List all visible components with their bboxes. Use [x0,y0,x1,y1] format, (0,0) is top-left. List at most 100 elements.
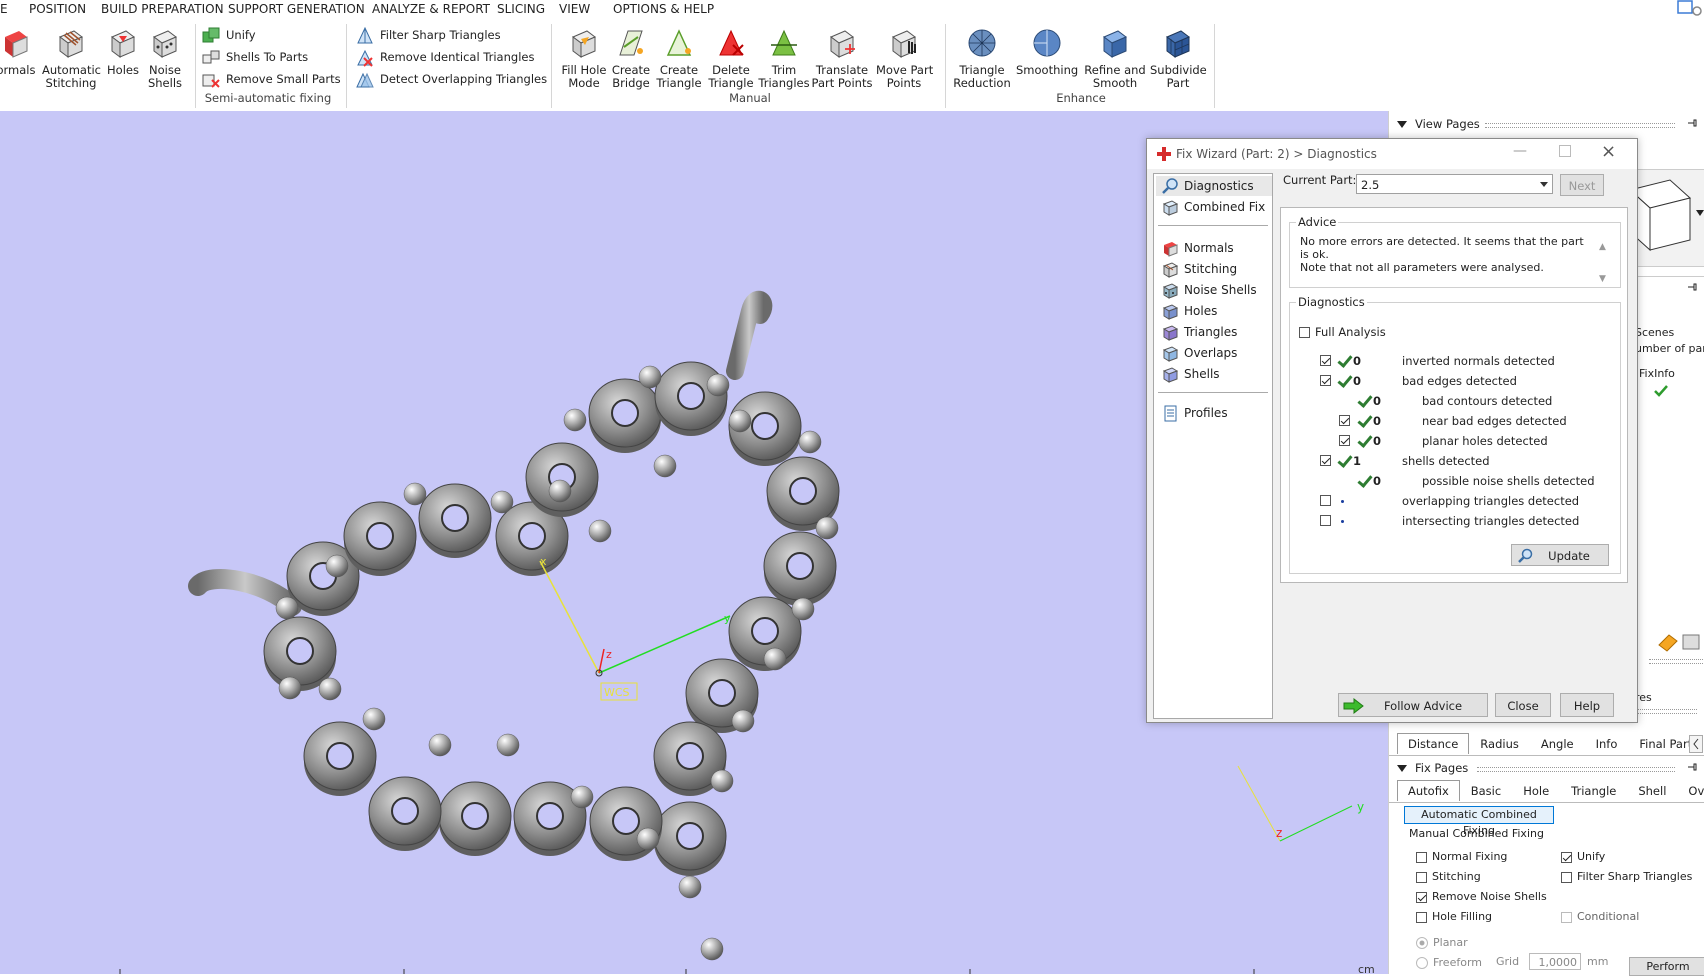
nav-stitching[interactable]: Stitching [1162,259,1237,279]
current-part-select[interactable]: 2.5 [1356,174,1553,194]
trim-triangles-button[interactable]: Trim Triangles [758,24,810,90]
pin-icon[interactable] [1686,117,1698,129]
nav-combined-fix[interactable]: Combined Fix [1162,197,1265,217]
normals-button[interactable]: ormals [0,24,38,77]
pin-icon[interactable] [1686,281,1698,293]
option-stitching[interactable]: Stitching [1416,867,1547,887]
fill-hole-mode-button[interactable]: Fill Hole Mode [558,24,610,90]
wizard-nav-list: Diagnostics Combined Fix Normals Stitchi… [1153,173,1273,719]
automatic-stitching-button[interactable]: Automatic Stitching [42,24,101,90]
noise-shells-button[interactable]: Noise Shells [146,24,184,90]
checkbox[interactable] [1416,911,1427,923]
checkbox[interactable] [1416,871,1427,883]
option-normal-fixing[interactable]: Normal Fixing [1416,847,1547,867]
create-bridge-button[interactable]: Create Bridge [608,24,654,90]
remove-identical-triangles-button[interactable]: Remove Identical Triangles [356,47,534,67]
option-filter-sharp-triangles[interactable]: Filter Sharp Triangles [1561,867,1692,887]
tab-shell[interactable]: Shell [1627,780,1677,802]
menu-item-slicing[interactable]: SLICING [497,2,545,16]
checkbox[interactable] [1416,851,1427,863]
tab-basic[interactable]: Basic [1460,780,1512,802]
checkbox[interactable] [1299,327,1310,338]
diagnostic-checkbox[interactable] [1339,415,1350,426]
diagnostic-checkbox[interactable] [1320,455,1331,466]
refine-and-smooth-button[interactable]: Refine and Smooth [1082,24,1148,90]
menu-item-file[interactable]: E [0,2,8,16]
next-button[interactable]: Next [1560,174,1604,196]
subdivide-part-button[interactable]: Subdivide Part [1150,24,1207,90]
unify-button[interactable]: Unify [202,25,256,45]
nav-triangles[interactable]: Triangles [1162,322,1237,342]
checkbox[interactable] [1561,871,1572,883]
move-part-points-button[interactable]: Move Part Points [876,24,933,90]
view-pages-header[interactable]: View Pages [1397,117,1480,131]
diagnostic-checkbox[interactable] [1339,435,1350,446]
window-control-icon[interactable] [1676,0,1702,18]
menu-item-support-generation[interactable]: SUPPORT GENERATION [228,2,365,16]
triangle-reduction-button[interactable]: Triangle Reduction [952,24,1012,90]
nav-diagnostics[interactable]: Diagnostics [1156,176,1272,196]
menu-item-analyze-report[interactable]: ANALYZE & REPORT [372,2,490,16]
tab-overlap[interactable]: Over [1677,780,1704,802]
smoothing-button[interactable]: Smoothing [1016,24,1078,77]
minimize-icon[interactable]: — [1513,143,1527,159]
tab-triangle[interactable]: Triangle [1560,780,1627,802]
maximize-icon[interactable] [1559,145,1571,157]
diagnostic-checkbox[interactable] [1320,515,1331,526]
scroll-tabs-icon[interactable] [1689,735,1703,753]
detect-overlapping-triangles-button[interactable]: Detect Overlapping Triangles [356,69,547,89]
nav-overlaps[interactable]: Overlaps [1162,343,1237,363]
fix-pages-header[interactable]: Fix Pages [1397,761,1468,775]
nav-profiles[interactable]: Profiles [1162,403,1228,423]
translate-part-points-button[interactable]: Translate Part Points [810,24,874,90]
panel-toolbar-icons[interactable] [1657,631,1704,653]
manual-options-left: Normal Fixing Stitching Remove Noise She… [1416,847,1547,927]
nav-holes[interactable]: Holes [1162,301,1217,321]
panel-divider [1389,755,1704,756]
option-hole-filling[interactable]: Hole Filling [1416,907,1547,927]
option-remove-noise-shells[interactable]: Remove Noise Shells [1416,887,1547,907]
full-analysis-checkbox[interactable]: Full Analysis [1299,323,1386,341]
tab-radius[interactable]: Radius [1469,733,1530,755]
help-button[interactable]: Help [1560,693,1614,717]
grid-input[interactable]: 1,0000 [1529,953,1581,970]
tab-info[interactable]: Info [1585,733,1629,755]
create-triangle-button[interactable]: Create Triangle [654,24,704,90]
update-button[interactable]: Update [1511,544,1609,566]
nav-normals[interactable]: Normals [1162,238,1234,258]
menu-item-build-preparation[interactable]: BUILD PREPARATION [101,2,224,16]
filter-sharp-triangles-button[interactable]: Filter Sharp Triangles [356,25,501,45]
holes-button[interactable]: Holes [104,24,142,77]
nav-shells[interactable]: Shells [1162,364,1220,384]
follow-advice-button[interactable]: Follow Advice [1338,693,1488,717]
tab-angle[interactable]: Angle [1530,733,1585,755]
shells-to-parts-button[interactable]: Shells To Parts [202,47,308,67]
diagnostic-checkbox[interactable] [1320,355,1331,366]
menu-item-options-help[interactable]: OPTIONS & HELP [613,2,714,16]
tab-distance[interactable]: Distance [1397,733,1470,754]
close-button[interactable]: Close [1495,693,1551,717]
checkbox[interactable] [1416,891,1427,903]
ok-check-icon [1337,456,1349,466]
option-unify[interactable]: Unify [1561,847,1692,867]
checkbox[interactable] [1561,851,1572,863]
tab-hole[interactable]: Hole [1512,780,1560,802]
nav-noise-shells[interactable]: Noise Shells [1162,280,1257,300]
close-icon[interactable]: × [1601,141,1616,162]
advice-text: No more errors are detected. It seems th… [1300,235,1584,274]
menu-item-view[interactable]: VIEW [559,2,590,16]
tab-autofix[interactable]: Autofix [1397,780,1460,801]
medical-cross-icon [1157,147,1171,161]
diagnostic-checkbox[interactable] [1320,375,1331,386]
menu-item-position[interactable]: POSITION [29,2,86,16]
delete-triangle-button[interactable]: Delete Triangle [706,24,756,90]
remove-identical-triangles-icon [357,49,373,67]
remove-small-parts-button[interactable]: Remove Small Parts [202,69,341,89]
diagnostic-checkbox[interactable] [1320,495,1331,506]
automatic-combined-fixing-button[interactable]: Automatic Combined Fixing [1404,806,1554,837]
pendant-ball [763,647,787,671]
dialog-titlebar[interactable]: Fix Wizard (Part: 2) > Diagnostics — × [1147,139,1637,169]
pin-icon[interactable] [1686,761,1698,773]
advice-scrollbar[interactable]: ▲ ▼ [1599,231,1606,295]
perform-button[interactable]: Perform [1629,957,1704,976]
